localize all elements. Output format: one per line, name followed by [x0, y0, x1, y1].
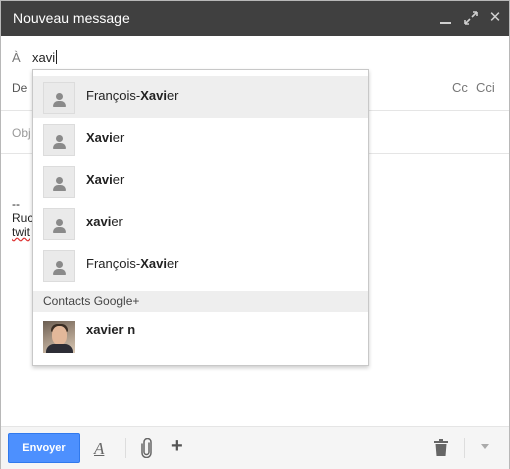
to-label: À	[12, 50, 21, 65]
plus-icon[interactable]: +	[171, 435, 183, 458]
section-label: Contacts Google+	[43, 294, 140, 308]
suggestion-name: Xavier	[86, 172, 125, 187]
text-format-icon[interactable]: A	[94, 439, 104, 459]
google-plus-section-header: Contacts Google+	[33, 291, 368, 312]
autocomplete-dropdown: François-Xavier Xavier Xavier xavier Fra…	[32, 69, 369, 366]
message-body[interactable]: -- Ruc twit	[12, 197, 33, 239]
compose-footer: Envoyer A +	[1, 426, 509, 469]
more-options-icon[interactable]	[481, 444, 489, 449]
to-input-value: xavi	[32, 50, 56, 65]
signature-separator: --	[12, 197, 20, 211]
suggestion-name: François-Xavier	[86, 256, 179, 271]
contact-placeholder-icon	[43, 250, 75, 282]
avatar	[43, 321, 75, 353]
trash-icon[interactable]	[434, 439, 448, 457]
signature-line: Ruc	[12, 211, 34, 225]
close-icon[interactable]: ✕	[486, 9, 504, 27]
suggestion-item[interactable]: Xavier	[33, 160, 368, 202]
suggestion-name: xavier	[86, 214, 123, 229]
google-plus-contact-item[interactable]: xavier n	[33, 312, 368, 362]
suggestion-name: Xavier	[86, 130, 125, 145]
signature-line: twit	[12, 225, 30, 239]
minimize-icon[interactable]	[437, 9, 455, 27]
send-button[interactable]: Envoyer	[8, 433, 80, 463]
text-caret	[56, 50, 58, 64]
from-label: De	[12, 81, 28, 95]
bcc-link[interactable]: Cci	[476, 80, 495, 95]
expand-icon[interactable]	[462, 9, 480, 27]
cc-link[interactable]: Cc	[452, 80, 468, 95]
paperclip-icon[interactable]	[140, 437, 154, 459]
subject-placeholder: Obj	[12, 126, 31, 140]
compose-titlebar[interactable]: Nouveau message ✕	[1, 1, 509, 36]
suggestion-item[interactable]: François-Xavier	[33, 244, 368, 286]
contact-placeholder-icon	[43, 208, 75, 240]
contact-placeholder-icon	[43, 124, 75, 156]
divider	[464, 438, 465, 458]
suggestion-name: xavier n	[86, 322, 136, 337]
compose-title: Nouveau message	[13, 10, 130, 26]
to-input[interactable]: xavi	[32, 50, 58, 65]
suggestion-item[interactable]: François-Xavier	[33, 76, 368, 118]
suggestion-name: François-Xavier	[86, 88, 179, 103]
contact-placeholder-icon	[43, 166, 75, 198]
compose-window: Nouveau message ✕ À xavi De Cc Cci Obj -…	[0, 0, 510, 469]
divider	[125, 438, 126, 458]
suggestion-item[interactable]: Xavier	[33, 118, 368, 160]
contact-placeholder-icon	[43, 82, 75, 114]
suggestion-item[interactable]: xavier	[33, 202, 368, 244]
